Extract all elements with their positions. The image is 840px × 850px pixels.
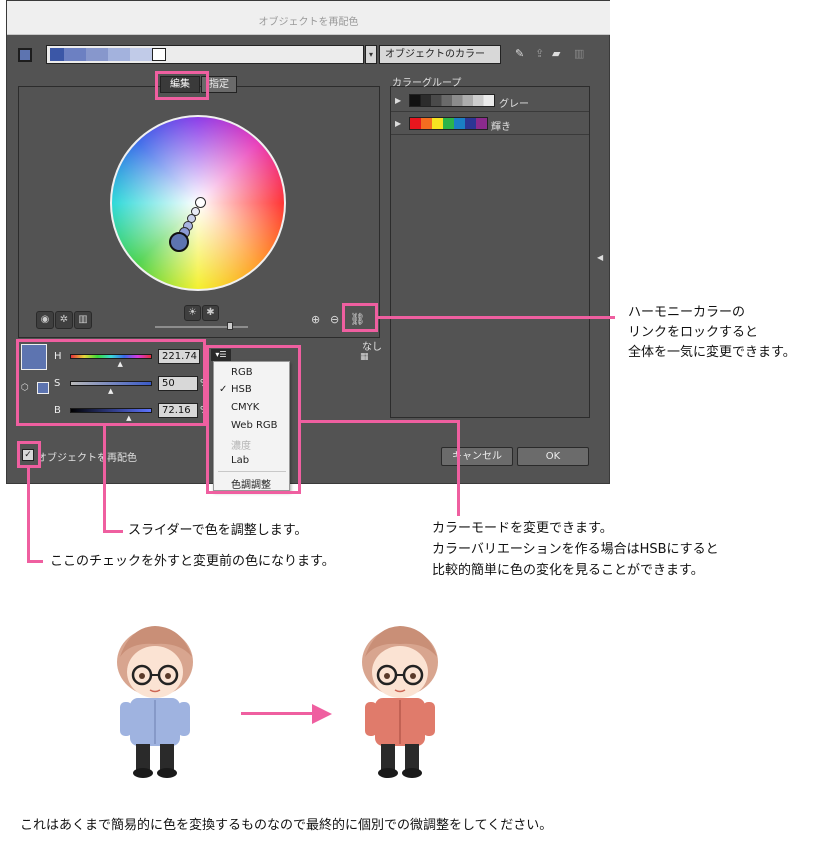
character-before [117,626,193,778]
color-bars-icon[interactable]: ▥ [74,311,92,329]
colorbar-swatch [50,48,64,61]
checkbox-callout-line-h [27,560,43,563]
expand-triangle-icon[interactable]: ▶ [395,119,401,128]
harmony-note-line-2: リンクをロックすると [628,325,759,340]
checkbox-callout-line-v [27,468,30,562]
active-color-swatch[interactable] [18,48,32,62]
hue-icon[interactable]: ✱ [202,305,219,321]
color-mode-grid-icon[interactable]: ▦ [360,352,369,362]
group-swatches [409,94,495,107]
remove-color-tool-icon[interactable]: ⊖ [330,313,339,326]
checkbox-highlight [17,441,41,468]
collapse-panel-icon[interactable]: ◀ [597,253,603,262]
colorbar-swatch [108,48,130,61]
mode-note-line-3: 比較的簡単に色の変化を見ることができます。 [432,563,704,578]
harmony-callout-line [378,316,615,319]
mode-callout-line-v [457,420,460,516]
dialog-title: オブジェクトを再配色 [258,17,359,28]
harmony-note-line-1: ハーモニーカラーの [628,305,746,320]
mode-callout-line-h [301,420,460,423]
character-after [362,626,438,778]
arrow-right-icon [312,704,332,724]
group-swatches [409,117,488,130]
link-harmony-highlight [342,303,378,332]
sliders-callout-line-h [103,530,123,533]
colorbar-swatch [152,48,166,61]
brightness-slider[interactable] [155,326,248,328]
cancel-button[interactable]: キャンセル [441,447,513,466]
colorbar-swatch [86,48,108,61]
recolor-checkbox-label: オブジェクトを再配色 [37,453,137,464]
save-group-icon[interactable]: ⇪ [535,47,544,60]
base-color-knob[interactable] [169,232,189,252]
colorbar-swatch [130,48,152,61]
current-colors-bar[interactable] [46,45,364,64]
link-none-label: なし [362,342,382,353]
trash-icon[interactable]: ▥ [574,47,584,60]
color-groups-panel [390,86,590,418]
color-group-row[interactable]: ▶ グレー [391,90,589,112]
smooth-wheel-icon[interactable]: ◉ [36,311,54,329]
harmony-note-line-3: 全体を一気に変更できます。 [628,345,796,360]
mode-note-line-1: カラーモードを変更できます。 [432,521,613,536]
object-colors-dropdown[interactable]: オブジェクトのカラー [379,45,501,64]
expand-triangle-icon[interactable]: ▶ [395,96,401,105]
eyedropper-icon[interactable]: ✎ [515,47,524,60]
add-color-tool-icon[interactable]: ⊕ [311,313,320,326]
color-groups-header: カラーグループ [392,78,462,89]
brightness-icon[interactable]: ☀ [184,305,201,321]
colorbar-swatch [64,48,86,61]
footer-note: これはあくまで簡易的に色を変換するものなので最終的に個別での微調整をしてください… [20,818,553,833]
mode-note-line-2: カラーバリエーションを作る場合はHSBにすると [432,542,719,557]
colorbar-dropdown-arrow[interactable]: ▾ [365,45,377,64]
color-mode-highlight [206,345,301,494]
folder-icon[interactable]: ▰ [552,47,560,60]
group-name: 輝き [491,122,511,133]
brightness-slider-thumb[interactable] [227,322,233,330]
segmented-wheel-icon[interactable]: ✲ [55,311,73,329]
color-group-row[interactable]: ▶ 輝き [391,113,589,135]
checkbox-note: ここのチェックを外すと変更前の色になります。 [50,554,335,569]
group-name: グレー [499,99,529,110]
sliders-callout-line-v [103,426,106,532]
sliders-note: スライダーで色を調整します。 [128,523,308,538]
dialog-titlebar: オブジェクトを再配色 [7,1,610,35]
ok-button[interactable]: OK [517,447,589,466]
sliders-highlight [16,339,206,426]
transition-arrow-shaft [241,712,316,715]
edit-tab-highlight [155,71,209,100]
